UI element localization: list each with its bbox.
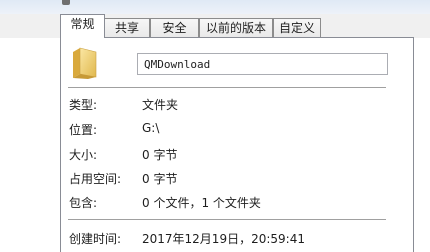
folder-name-input[interactable] <box>137 53 388 75</box>
tab-strip: 常规 共享 安全 以前的版本 自定义 <box>0 14 430 38</box>
type-label: 类型: <box>69 98 98 112</box>
tab-previous-versions[interactable]: 以前的版本 <box>199 18 273 37</box>
tab-customize[interactable]: 自定义 <box>273 18 321 37</box>
type-value: 文件夹 <box>142 98 179 112</box>
separator <box>68 219 386 221</box>
separator <box>68 87 386 89</box>
tab-security[interactable]: 安全 <box>150 18 199 37</box>
created-label: 创建时间: <box>69 232 122 246</box>
tab-sharing[interactable]: 共享 <box>104 18 150 37</box>
created-value: 2017年12月19日，20:59:41 <box>142 232 305 246</box>
folder-icon <box>73 47 97 79</box>
size-on-disk-label: 占用空间: <box>69 172 122 186</box>
size-label: 大小: <box>69 148 98 162</box>
title-bar-icon-fragment <box>62 0 70 5</box>
location-label: 位置: <box>69 123 98 137</box>
size-value: 0 字节 <box>142 148 178 162</box>
window-title-bar <box>0 0 430 14</box>
tab-general[interactable]: 常规 <box>60 14 105 38</box>
location-value: G:\ <box>142 121 160 135</box>
contains-value: 0 个文件，1 个文件夹 <box>142 196 261 210</box>
contains-label: 包含: <box>69 196 98 210</box>
size-on-disk-value: 0 字节 <box>142 172 178 186</box>
